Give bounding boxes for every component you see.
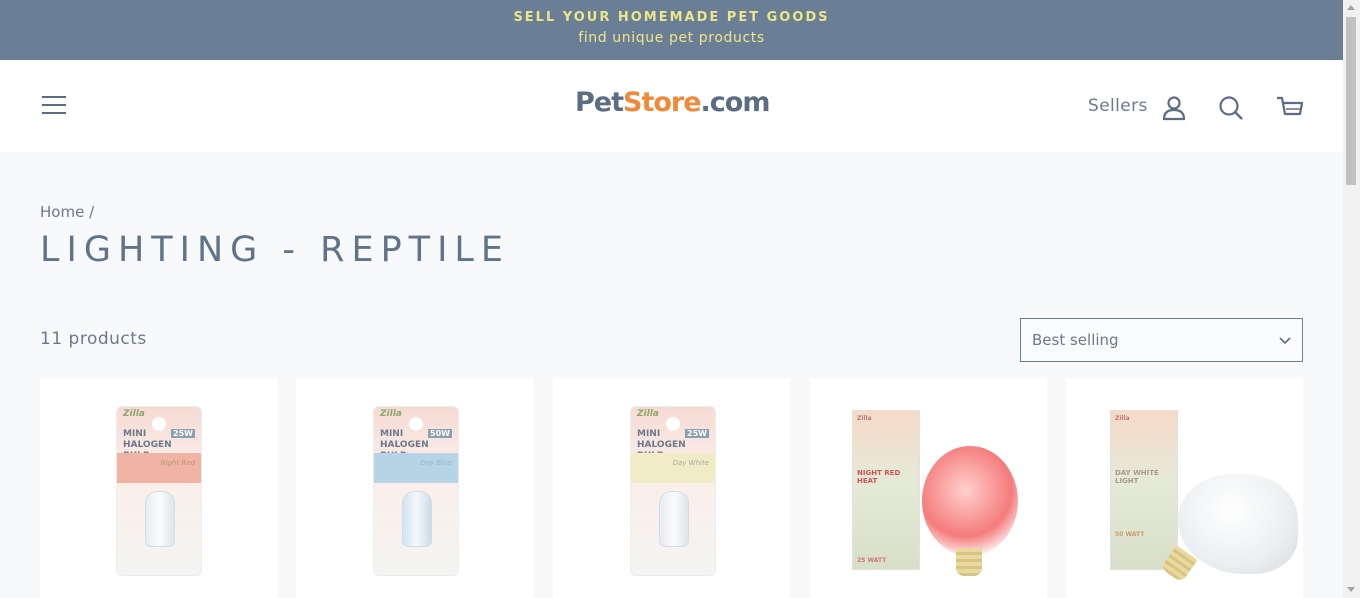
breadcrumb-home-link[interactable]: Home	[40, 203, 84, 221]
announcement-line-1[interactable]: SELL YOUR HOMEMADE PET GOODS	[0, 10, 1343, 25]
product-count: 11 products	[40, 329, 147, 349]
site-header: PetStore.com Sellers	[0, 60, 1343, 152]
logo-text-store: Store	[623, 87, 702, 118]
bulb-image	[402, 491, 432, 547]
user-icon[interactable]	[1160, 94, 1188, 122]
search-icon[interactable]	[1217, 94, 1245, 122]
product-title: DAY WHITE LIGHT	[1115, 469, 1159, 485]
product-variant: Day Blue	[420, 459, 452, 467]
scrollbar-thumb[interactable]	[1346, 17, 1356, 185]
chevron-down-icon	[1279, 337, 1291, 345]
menu-icon[interactable]	[40, 93, 68, 117]
product-image[interactable]: Zilla 50W MINIHALOGEN BULB Day Blue	[373, 406, 459, 576]
product-card[interactable]: Zilla 50W MINIHALOGEN BULB Day Blue	[296, 378, 533, 598]
bulb-image	[145, 491, 175, 547]
breadcrumb: Home /	[40, 203, 94, 221]
product-brand: Zilla	[1115, 415, 1130, 422]
announcement-bar[interactable]: SELL YOUR HOMEMADE PET GOODS find unique…	[0, 0, 1343, 60]
scroll-down-arrow[interactable]	[1347, 587, 1355, 592]
scroll-up-arrow[interactable]	[1347, 5, 1355, 10]
product-variant: Day White	[672, 459, 709, 467]
page-scrollbar[interactable]	[1343, 0, 1360, 598]
product-title: NIGHT RED HEAT	[857, 469, 901, 485]
product-grid: Zilla 25W MINIHALOGEN BULB Night Red Zil…	[40, 378, 1303, 598]
product-brand: Zilla	[380, 409, 402, 419]
product-variant: Night Red	[160, 459, 195, 467]
product-brand: Zilla	[637, 409, 659, 419]
product-accent-band	[117, 453, 201, 483]
sort-selected-value: Best selling	[1032, 331, 1119, 349]
bulb-image	[659, 491, 689, 547]
product-accent-band	[631, 453, 715, 483]
bulb-base-image	[956, 548, 982, 576]
page-title: LIGHTING - REPTILE	[40, 230, 511, 270]
product-image[interactable]: Zilla 25W MINIHALOGEN BULB Night Red	[116, 406, 202, 576]
product-card[interactable]: Zilla DAY WHITE LIGHT 50 WATT	[1066, 378, 1303, 598]
logo-text-pet: Pet	[575, 87, 624, 118]
logo-text-com: .com	[700, 87, 771, 118]
product-box-image[interactable]: Zilla DAY WHITE LIGHT 50 WATT	[1110, 410, 1178, 570]
product-card[interactable]: Zilla 25W MINIHALOGEN BULB Day White	[553, 378, 790, 598]
product-image[interactable]: Zilla 25W MINIHALOGEN BULB Day White	[630, 406, 716, 576]
product-card[interactable]: Zilla NIGHT RED HEAT 25 WATT	[810, 378, 1047, 598]
sellers-link[interactable]: Sellers	[1088, 96, 1148, 116]
product-watt: 50 WATT	[1115, 531, 1145, 538]
cart-icon[interactable]	[1276, 94, 1304, 122]
sort-select[interactable]: Best selling	[1020, 318, 1303, 362]
bulb-image	[922, 446, 1018, 556]
product-brand: Zilla	[123, 409, 145, 419]
product-box-image[interactable]: Zilla NIGHT RED HEAT 25 WATT	[852, 410, 920, 570]
site-logo[interactable]: PetStore.com	[575, 87, 770, 118]
announcement-line-2[interactable]: find unique pet products	[0, 30, 1343, 46]
product-card[interactable]: Zilla 25W MINIHALOGEN BULB Night Red	[40, 378, 277, 598]
breadcrumb-separator: /	[89, 203, 95, 221]
product-brand: Zilla	[857, 415, 872, 422]
product-accent-band	[374, 453, 458, 483]
product-watt: 25 WATT	[857, 557, 887, 564]
